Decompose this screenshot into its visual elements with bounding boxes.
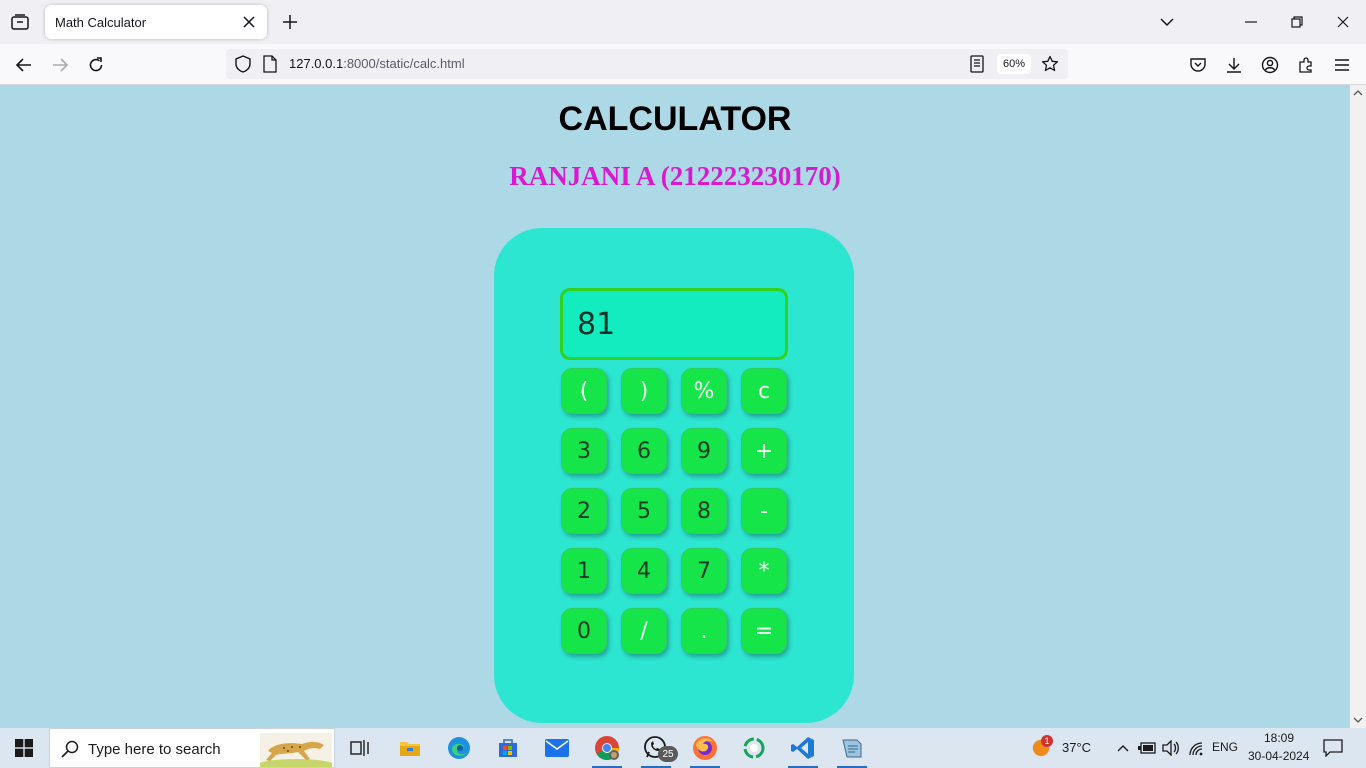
downloads-icon[interactable] xyxy=(1223,54,1245,76)
store-icon[interactable] xyxy=(484,728,532,768)
key-equals-button[interactable]: = xyxy=(741,608,787,654)
show-hidden-icons-chevron-icon[interactable] xyxy=(1113,738,1133,758)
volume-icon[interactable] xyxy=(1161,738,1181,758)
calculator-display[interactable]: 81 xyxy=(560,288,788,360)
author-subtitle: RANJANI A (212223230170) xyxy=(509,161,841,191)
wifi-icon[interactable] xyxy=(1186,738,1206,758)
forward-icon[interactable] xyxy=(47,52,73,78)
refresh-app-icon[interactable] xyxy=(730,728,778,768)
extensions-icon[interactable] xyxy=(1295,54,1317,76)
browser-navbar: 127.0.0.1:8000/static/calc.html 60% xyxy=(0,44,1366,85)
whatsapp-icon[interactable]: 25 xyxy=(632,728,680,768)
url-host: 127.0.0.1 xyxy=(289,56,344,71)
file-explorer-icon[interactable] xyxy=(386,728,434,768)
key-minus-button[interactable]: - xyxy=(741,488,787,534)
page-info-icon[interactable] xyxy=(262,55,278,73)
tab-math-calculator[interactable]: Math Calculator xyxy=(45,5,267,39)
key-clear-button[interactable]: c xyxy=(741,368,787,414)
url-bar[interactable]: 127.0.0.1:8000/static/calc.html 60% xyxy=(226,49,1068,79)
key-digit-7-button[interactable]: 7 xyxy=(681,548,727,594)
key-plus-button[interactable]: + xyxy=(741,428,787,474)
search-placeholder: Type here to search xyxy=(88,741,221,758)
weather-alert-badge: 1 xyxy=(1041,735,1053,747)
back-icon[interactable] xyxy=(11,52,37,78)
url-path: :8000/static/calc.html xyxy=(343,56,465,71)
task-view-icon[interactable] xyxy=(336,728,384,768)
new-tab-icon[interactable] xyxy=(279,11,301,33)
windows-start-icon[interactable] xyxy=(0,728,48,768)
temperature-text[interactable]: 37°C xyxy=(1062,740,1091,755)
notifications-icon[interactable] xyxy=(1323,738,1343,758)
account-icon[interactable] xyxy=(1259,54,1281,76)
key-digit-0-button[interactable]: 0 xyxy=(561,608,607,654)
key-digit-8-button[interactable]: 8 xyxy=(681,488,727,534)
key-percent-button[interactable]: % xyxy=(681,368,727,414)
weather-icon[interactable]: 1 xyxy=(1031,735,1053,757)
key-digit-4-button[interactable]: 4 xyxy=(621,548,667,594)
key-open-paren-button[interactable]: ( xyxy=(561,368,607,414)
battery-icon[interactable] xyxy=(1137,738,1157,758)
clock-date[interactable]: 30-04-2024 xyxy=(1248,749,1309,763)
key-close-paren-button[interactable]: ) xyxy=(621,368,667,414)
key-digit-3-button[interactable]: 3 xyxy=(561,428,607,474)
whatsapp-unread-badge: 25 xyxy=(658,746,678,762)
vscode-icon[interactable] xyxy=(779,728,827,768)
page-title: CALCULATOR xyxy=(558,100,792,138)
key-digit-1-button[interactable]: 1 xyxy=(561,548,607,594)
close-window-icon[interactable] xyxy=(1329,8,1357,36)
tab-title: Math Calculator xyxy=(55,15,147,30)
key-digit-6-button[interactable]: 6 xyxy=(621,428,667,474)
cheetah-search-highlight-icon[interactable] xyxy=(260,733,332,767)
pocket-icon[interactable] xyxy=(1187,54,1209,76)
key-digit-9-button[interactable]: 9 xyxy=(681,428,727,474)
key-multiply-button[interactable]: * xyxy=(741,548,787,594)
search-icon xyxy=(61,740,79,758)
minimize-icon[interactable] xyxy=(1237,8,1265,36)
scroll-down-arrow-icon[interactable] xyxy=(1353,715,1363,725)
browser-titlebar: Math Calculator xyxy=(0,0,1366,44)
firefox-icon[interactable] xyxy=(681,728,729,768)
key-decimal-button[interactable]: . xyxy=(681,608,727,654)
notepad-icon[interactable] xyxy=(828,728,876,768)
zoom-level-badge[interactable]: 60% xyxy=(997,54,1031,74)
reader-view-icon[interactable] xyxy=(968,55,986,73)
restore-icon[interactable] xyxy=(1283,8,1311,36)
chrome-icon[interactable] xyxy=(583,728,631,768)
menu-icon[interactable] xyxy=(1331,54,1353,76)
clock-time[interactable]: 18:09 xyxy=(1264,731,1294,745)
reload-icon[interactable] xyxy=(83,52,109,78)
key-digit-2-button[interactable]: 2 xyxy=(561,488,607,534)
url-text[interactable]: 127.0.0.1:8000/static/calc.html xyxy=(289,56,465,71)
tab-close-icon[interactable] xyxy=(239,12,259,32)
mail-icon[interactable] xyxy=(533,728,581,768)
edge-icon[interactable] xyxy=(435,728,483,768)
vertical-scrollbar[interactable] xyxy=(1350,85,1366,728)
tab-list-icon[interactable] xyxy=(8,10,32,34)
scroll-up-arrow-icon[interactable] xyxy=(1353,88,1363,98)
taskbar-search-box[interactable]: Type here to search xyxy=(49,728,335,768)
shield-icon[interactable] xyxy=(234,55,252,73)
language-indicator[interactable]: ENG xyxy=(1212,740,1238,754)
page-content: CALCULATOR RANJANI A (212223230170) 81 (… xyxy=(0,85,1350,728)
display-value: 81 xyxy=(577,307,616,342)
bookmark-star-icon[interactable] xyxy=(1041,55,1059,73)
calculator-body: 81 ()% c 3 6 9 +2 5 8- 1 4 7 * 0 /. = xyxy=(494,228,854,723)
list-all-tabs-icon[interactable] xyxy=(1153,8,1181,36)
windows-taskbar: Type here to search 25 1 37°C ENG 18:09 … xyxy=(0,728,1366,768)
key-digit-5-button[interactable]: 5 xyxy=(621,488,667,534)
key-divide-button[interactable]: / xyxy=(621,608,667,654)
